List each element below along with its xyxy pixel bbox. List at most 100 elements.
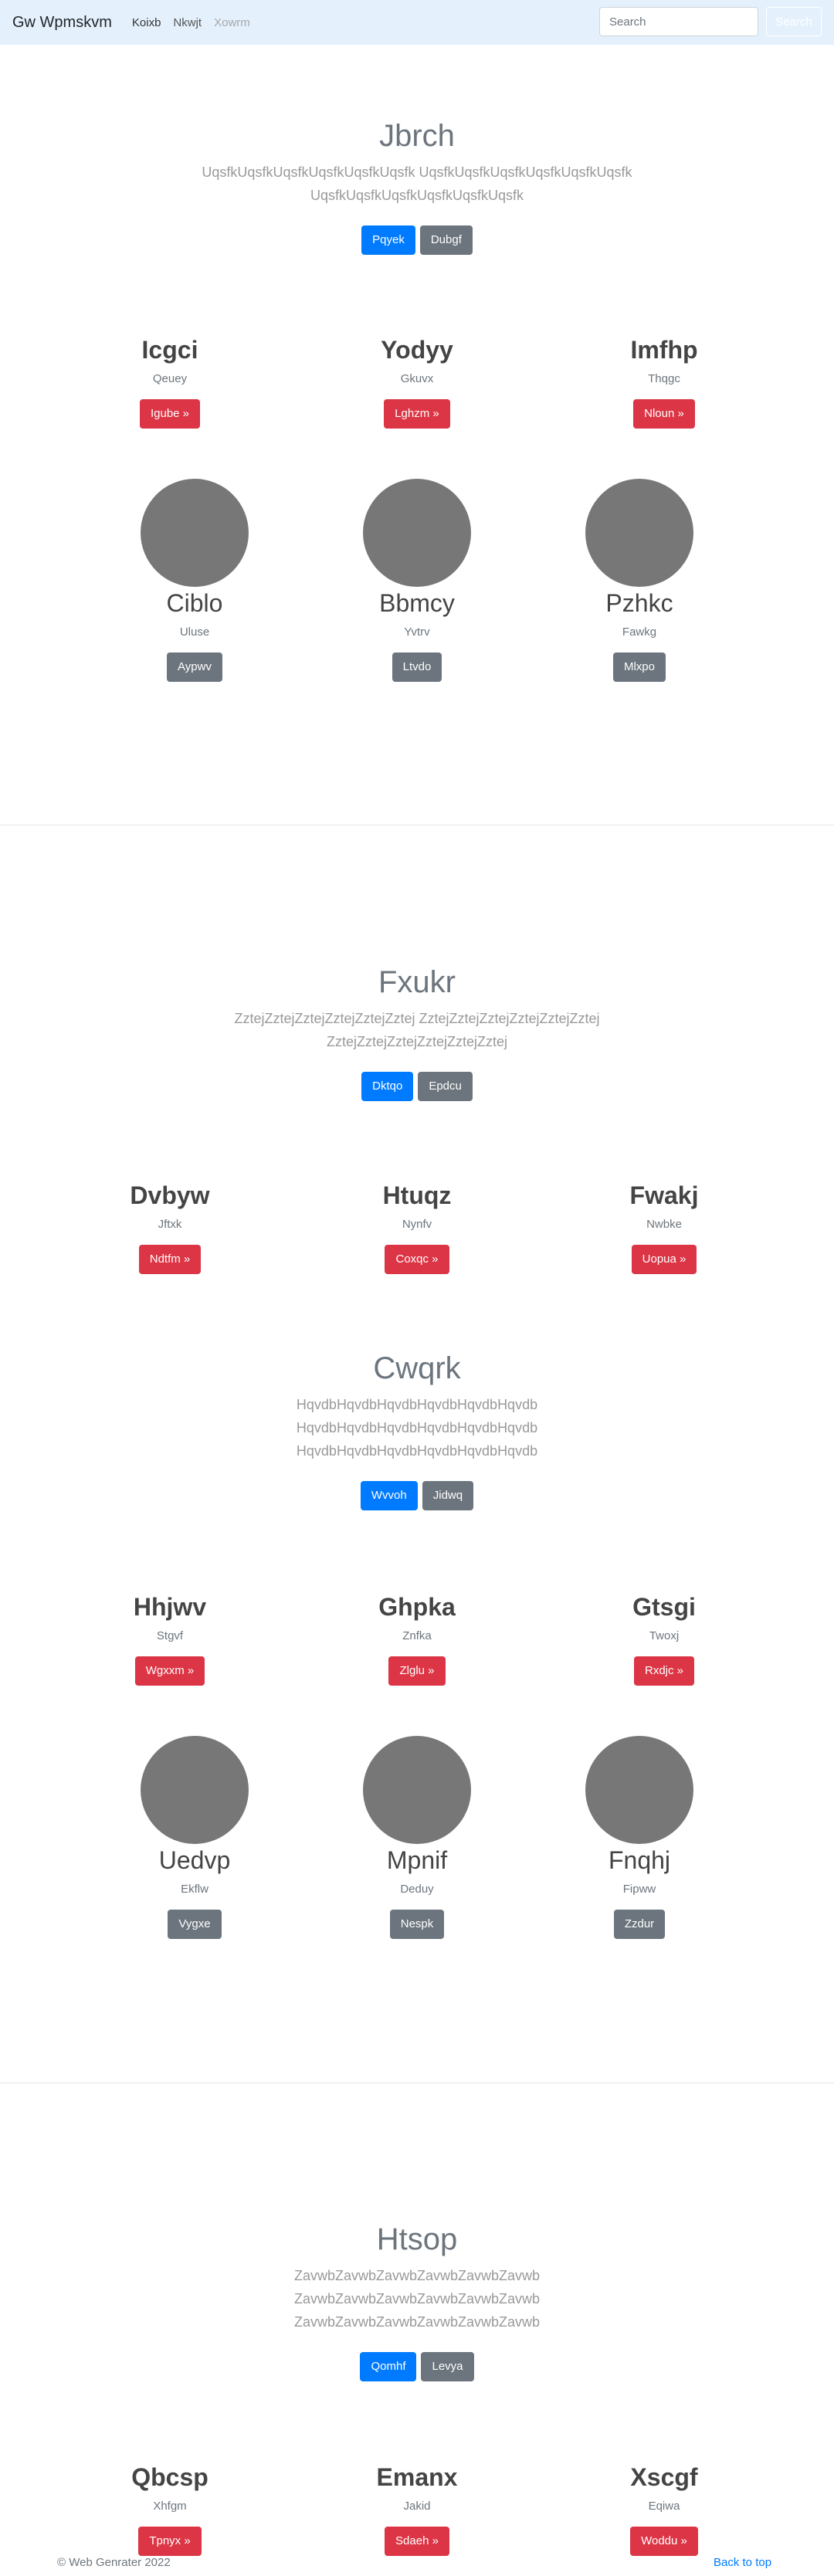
- card-title: Gtsgi: [632, 1593, 696, 1621]
- hero-primary-button[interactable]: Pqyek: [361, 225, 415, 255]
- hero-title: Htsop: [376, 2222, 458, 2256]
- card-subtitle: Twoxj: [649, 1629, 680, 1643]
- person-name: Pzhkc: [605, 589, 673, 617]
- card-title: Htuqz: [382, 1181, 452, 1209]
- person-card: Uedvp Ekflw Vygxe: [79, 1736, 310, 1940]
- card-title: Imfhp: [630, 336, 698, 364]
- card-title: Hhjwv: [133, 1593, 207, 1621]
- card-subtitle: Xhfgm: [153, 2500, 187, 2513]
- hero-section-4: Htsop ZavwbZavwbZavwbZavwbZavwbZavwb Zav…: [0, 2221, 834, 2381]
- card-button[interactable]: Igube »: [139, 399, 201, 429]
- person-name: Bbmcy: [379, 589, 455, 617]
- person-name: Ciblo: [166, 589, 223, 617]
- card: Gtsgi Twoxj Rxdjc »: [548, 1592, 780, 1686]
- person-subtitle: Fipww: [622, 1883, 656, 1896]
- card-title: Qbcsp: [131, 2463, 208, 2491]
- nav-link-3: Xowrm: [214, 15, 250, 29]
- person-card: Bbmcy Yvtrv Ltvdo: [301, 479, 533, 683]
- person-button[interactable]: Vygxe: [168, 1910, 222, 1940]
- hero-title: Fxukr: [378, 965, 456, 999]
- person-card: Ciblo Uluse Aypwv: [79, 479, 310, 683]
- card: Icgci Qeuey Igube »: [54, 335, 286, 429]
- card-button[interactable]: Zlglu »: [388, 1656, 446, 1686]
- avatar: [363, 479, 471, 587]
- person-name: Mpnif: [386, 1846, 448, 1874]
- card: Hhjwv Stgvf Wgxxm »: [54, 1592, 286, 1686]
- hero-lead: UqsfkUqsfkUqsfkUqsfkUqsfkUqsfk UqsfkUqsf…: [202, 164, 632, 203]
- avatar: [585, 479, 693, 587]
- avatar: [363, 1736, 471, 1844]
- back-to-top-link[interactable]: Back to top: [714, 2556, 771, 2569]
- person-card: Mpnif Deduy Nespk: [301, 1736, 533, 1940]
- nav-link-2[interactable]: Nkwjt: [173, 16, 202, 29]
- card-button[interactable]: Sdaeh »: [385, 2527, 449, 2557]
- card-title: Emanx: [376, 2463, 458, 2491]
- person-subtitle: Yvtrv: [404, 625, 430, 639]
- card: Imfhp Thqgc Nloun »: [548, 335, 780, 429]
- card: Yodyy Gkuvx Lghzm »: [301, 335, 533, 429]
- card-title: Ghpka: [378, 1593, 456, 1621]
- card: Fwakj Nwbke Uopua »: [548, 1181, 780, 1275]
- card-button[interactable]: Lghzm »: [384, 399, 450, 429]
- card-subtitle: Stgvf: [156, 1629, 184, 1643]
- card: Qbcsp Xhfgm Tpnyx »: [54, 2462, 286, 2557]
- card: Emanx Jakid Sdaeh »: [301, 2462, 533, 2557]
- avatar: [141, 479, 249, 587]
- avatar: [585, 1736, 693, 1844]
- person-button[interactable]: Zzdur: [613, 1910, 666, 1940]
- card-button[interactable]: Nloun »: [633, 399, 695, 429]
- person-subtitle: Deduy: [400, 1883, 434, 1896]
- hero-section-2: Fxukr ZztejZztejZztejZztejZztejZztej Zzt…: [0, 964, 834, 1101]
- search-input[interactable]: [599, 7, 758, 36]
- hero-title: Cwqrk: [373, 1351, 461, 1385]
- person-card: Pzhkc Fawkg Mlxpo: [524, 479, 755, 683]
- hero-primary-button[interactable]: Dktqo: [361, 1072, 414, 1101]
- card: Dvbyw Jftxk Ndtfm »: [54, 1181, 286, 1275]
- avatar: [141, 1736, 249, 1844]
- card-subtitle: Eqiwa: [648, 2500, 680, 2513]
- card-title: Fwakj: [629, 1181, 699, 1209]
- card-title: Xscgf: [630, 2463, 698, 2491]
- hero-primary-button[interactable]: Wvvoh: [360, 1481, 418, 1510]
- hero-lead: ZavwbZavwbZavwbZavwbZavwbZavwb ZavwbZavw…: [293, 2268, 541, 2330]
- person-name: Fnqhj: [608, 1846, 671, 1874]
- hero-secondary-button[interactable]: Dubgf: [419, 225, 473, 255]
- person-subtitle: Fawkg: [622, 625, 657, 639]
- card-title: Dvbyw: [130, 1181, 210, 1209]
- person-button[interactable]: Mlxpo: [612, 652, 666, 683]
- person-card: Fnqhj Fipww Zzdur: [524, 1736, 755, 1940]
- card-title: Icgci: [141, 336, 198, 364]
- brand[interactable]: Gw Wpmskvm: [12, 14, 112, 32]
- hero-lead: HqvdbHqvdbHqvdbHqvdbHqvdbHqvdb HqvdbHqvd…: [296, 1397, 538, 1459]
- person-button[interactable]: Ltvdo: [392, 652, 442, 683]
- search-button[interactable]: Search: [766, 7, 822, 36]
- card-button[interactable]: Rxdjc »: [633, 1656, 695, 1686]
- card-button[interactable]: Uopua »: [631, 1245, 697, 1275]
- card-subtitle: Thqgc: [648, 372, 680, 386]
- person-button[interactable]: Aypwv: [167, 652, 222, 683]
- footer-copyright: © Web Genrater 2022: [57, 2556, 171, 2569]
- card-button[interactable]: Ndtfm »: [138, 1245, 202, 1275]
- card-subtitle: Jftxk: [158, 1218, 182, 1232]
- person-button[interactable]: Nespk: [389, 1910, 445, 1940]
- card: Xscgf Eqiwa Woddu »: [548, 2462, 780, 2557]
- hero-primary-button[interactable]: Qomhf: [360, 2352, 417, 2381]
- hero-secondary-button[interactable]: Levya: [421, 2352, 474, 2381]
- card-button[interactable]: Coxqc »: [385, 1245, 449, 1275]
- person-subtitle: Ekflw: [181, 1883, 208, 1896]
- card-subtitle: Jakid: [403, 2500, 431, 2513]
- card-subtitle: Znfka: [402, 1629, 432, 1643]
- card-subtitle: Gkuvx: [400, 372, 434, 386]
- hero-secondary-button[interactable]: Epdcu: [418, 1072, 473, 1101]
- card-subtitle: Qeuey: [152, 372, 188, 386]
- hero-secondary-button[interactable]: Jidwq: [422, 1481, 474, 1510]
- card: Htuqz Nynfv Coxqc »: [301, 1181, 533, 1275]
- hero-title: Jbrch: [379, 119, 455, 153]
- card-button[interactable]: Tpnyx »: [138, 2527, 202, 2557]
- card-button[interactable]: Wgxxm »: [134, 1656, 205, 1686]
- hero-lead: ZztejZztejZztejZztejZztejZztej ZztejZzte…: [234, 1011, 600, 1049]
- card-button[interactable]: Woddu »: [630, 2527, 698, 2557]
- nav-link-1[interactable]: Koixb: [132, 16, 161, 29]
- person-name: Uedvp: [158, 1846, 231, 1874]
- card-title: Yodyy: [381, 336, 453, 364]
